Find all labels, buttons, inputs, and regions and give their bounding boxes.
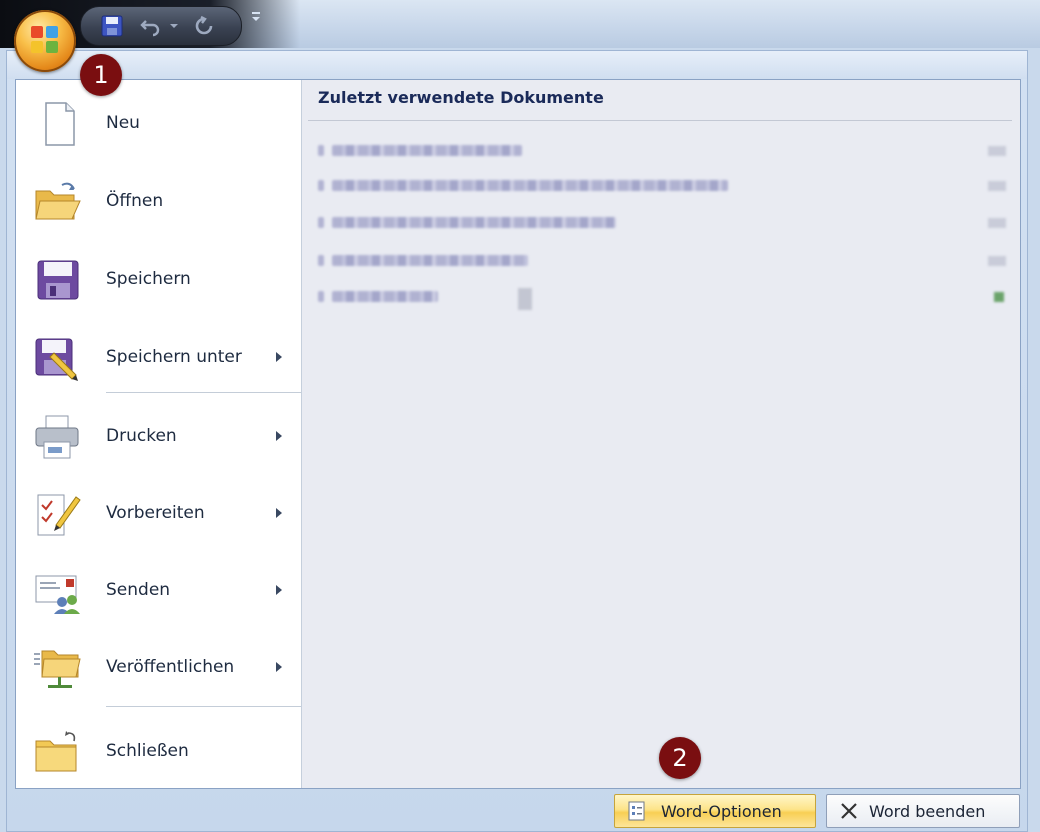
close-folder-icon xyxy=(35,731,77,772)
exit-word-button[interactable]: Word beenden xyxy=(826,794,1020,828)
menu-item-neu[interactable]: Neu xyxy=(18,88,298,158)
word-options-button[interactable]: Word-Optionen xyxy=(614,794,816,828)
submenu-arrow-icon xyxy=(276,662,282,672)
qat-undo-dropdown[interactable] xyxy=(167,13,181,39)
office-button[interactable] xyxy=(14,10,76,72)
menu-item-schliessen[interactable]: Schließen xyxy=(18,716,298,786)
redo-icon xyxy=(195,15,213,35)
submenu-arrow-icon xyxy=(276,431,282,441)
menu-item-speichern[interactable]: Speichern xyxy=(18,244,298,314)
menu-item-label: Speichern xyxy=(106,269,191,289)
menu-item-oeffnen[interactable]: Öffnen xyxy=(18,166,298,236)
close-icon xyxy=(841,803,857,819)
menu-item-label: Öffnen xyxy=(106,191,164,211)
step-badge-1: 1 xyxy=(80,54,122,96)
menu-item-label: Senden xyxy=(106,580,171,600)
qat-undo-button[interactable] xyxy=(135,13,165,39)
customize-qat-icon xyxy=(252,12,260,21)
menu-item-drucken[interactable]: Drucken xyxy=(18,401,298,471)
recent-document-item[interactable] xyxy=(318,177,1008,193)
chevron-down-icon xyxy=(170,24,178,28)
quick-access-toolbar xyxy=(80,6,242,46)
menu-item-speichern-unter[interactable]: Speichern unter xyxy=(18,322,298,392)
menu-item-label: Neu xyxy=(106,113,140,133)
menu-item-vorbereiten[interactable]: Vorbereiten xyxy=(18,478,298,548)
save-icon xyxy=(37,260,79,300)
menu-command-list: Neu Öffnen Speichern Speichern unter Dru… xyxy=(16,80,302,788)
menu-item-label: Schließen xyxy=(106,741,189,761)
office-logo-icon xyxy=(31,26,59,54)
options-icon xyxy=(628,801,645,821)
new-document-icon xyxy=(45,102,75,146)
menu-body: Neu Öffnen Speichern Speichern unter Dru… xyxy=(15,79,1021,789)
publish-icon xyxy=(34,650,81,688)
menu-item-label: Veröffentlichen xyxy=(106,657,235,677)
recent-documents-pane: Zuletzt verwendete Dokumente xyxy=(302,80,1020,788)
menu-item-label: Speichern unter xyxy=(106,347,242,367)
submenu-arrow-icon xyxy=(276,585,282,595)
exit-word-label: Word beenden xyxy=(869,801,986,821)
menu-item-label: Drucken xyxy=(106,426,177,446)
undo-icon xyxy=(140,20,160,37)
recent-document-item[interactable] xyxy=(318,214,1008,230)
recent-header-rule xyxy=(308,120,1012,121)
submenu-arrow-icon xyxy=(276,352,282,362)
step-badge-2: 2 xyxy=(659,737,701,779)
prepare-icon xyxy=(37,494,81,536)
word-options-label: Word-Optionen xyxy=(661,801,782,821)
menu-item-veroeffentlichen[interactable]: Veröffentlichen xyxy=(18,632,298,702)
menu-divider xyxy=(106,392,301,393)
print-icon xyxy=(35,415,79,459)
open-folder-icon xyxy=(35,182,81,220)
office-menu: Neu Öffnen Speichern Speichern unter Dru… xyxy=(6,50,1028,832)
title-bar xyxy=(0,0,1040,48)
recent-document-item[interactable] xyxy=(318,142,1008,158)
save-as-icon xyxy=(35,338,78,381)
menu-item-senden[interactable]: Senden xyxy=(18,555,298,625)
menu-top-strip xyxy=(7,51,1027,79)
recent-document-item[interactable] xyxy=(318,288,1008,314)
recent-document-item[interactable] xyxy=(318,252,1008,268)
customize-qat-button[interactable] xyxy=(250,8,262,28)
send-icon xyxy=(35,575,80,614)
qat-redo-button[interactable] xyxy=(189,13,219,39)
menu-divider xyxy=(106,706,301,707)
qat-save-button[interactable] xyxy=(97,13,127,39)
submenu-arrow-icon xyxy=(276,508,282,518)
recent-documents-header: Zuletzt verwendete Dokumente xyxy=(318,88,604,107)
save-icon xyxy=(101,15,123,37)
menu-item-label: Vorbereiten xyxy=(106,503,205,523)
